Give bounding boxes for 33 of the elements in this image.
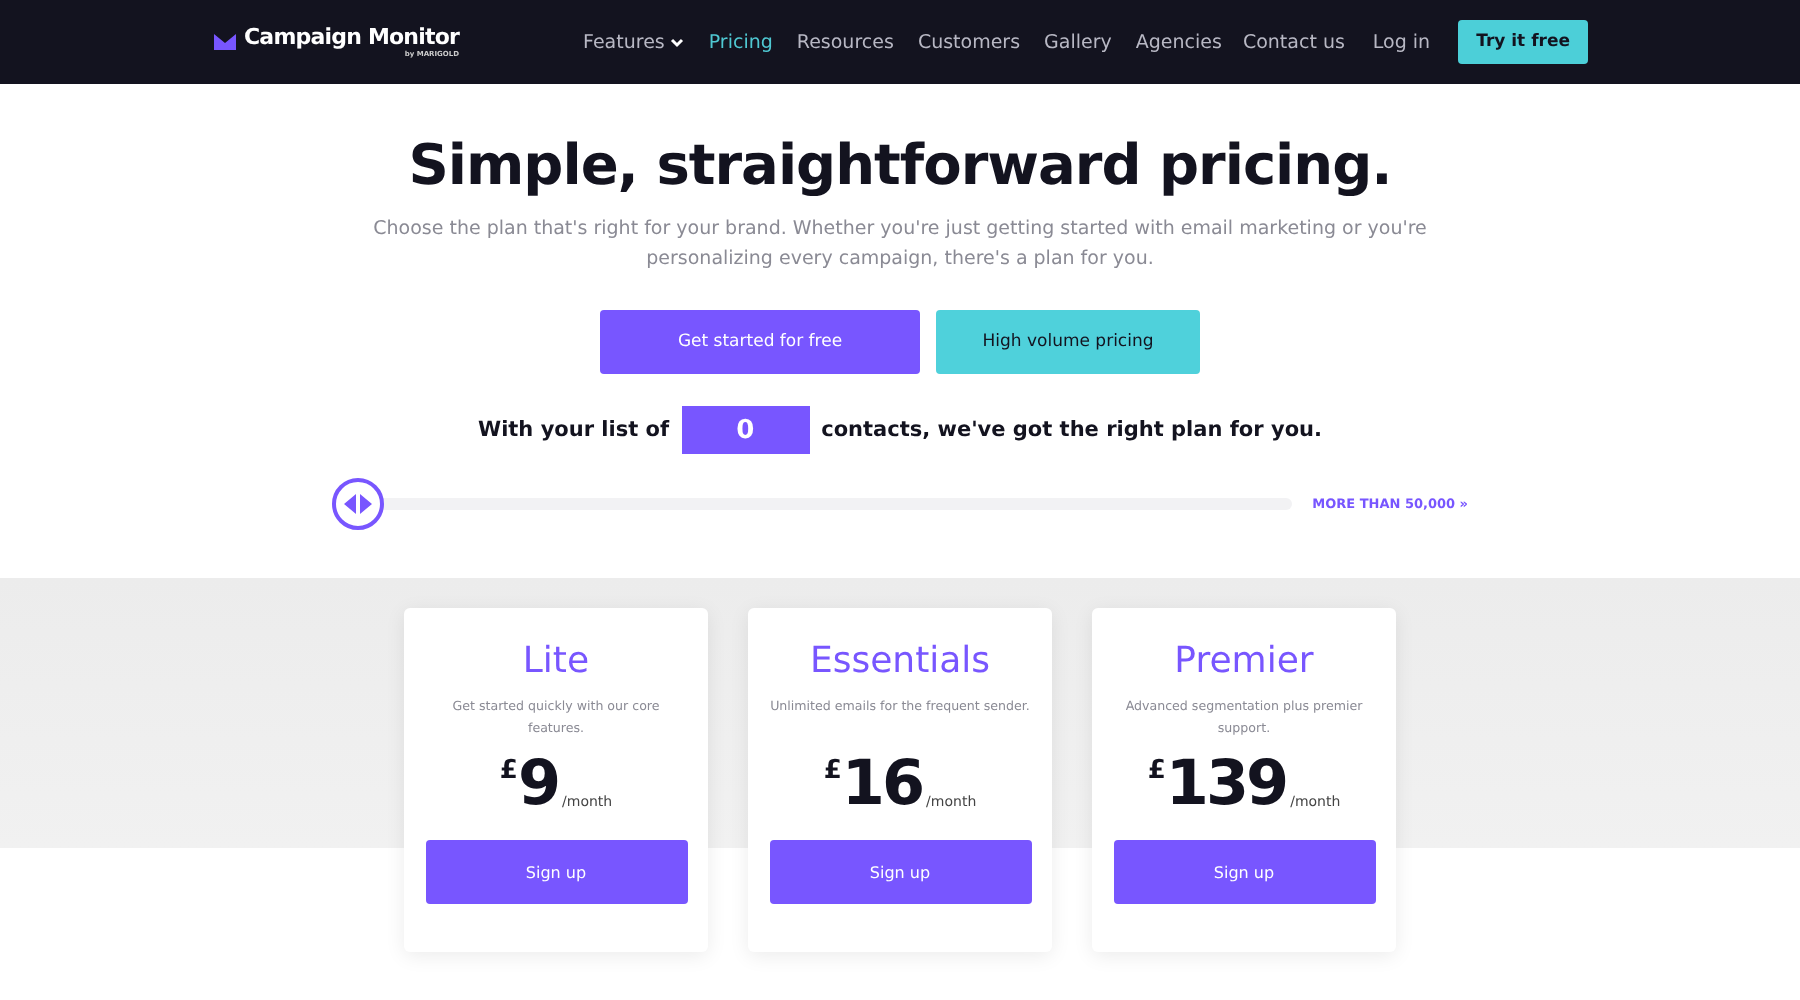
list-label: contacts, we've got the right plan for you. xyxy=(821,418,1322,442)
page-title: Simple, straightforward pricing. xyxy=(408,132,1392,198)
sign-up-button[interactable]: Sign up xyxy=(1113,840,1375,904)
high-volume-button[interactable]: High volume pricing xyxy=(936,310,1200,374)
subtitle: Choose the plan that's right for your brand. Whether you're just getting started with email marketing or you're personalizing every campaign, there's a plan for you. xyxy=(371,216,1429,274)
plan-price: 139 xyxy=(1165,748,1287,820)
try-free-button[interactable]: Try it free xyxy=(1458,20,1588,64)
list-label: With your list of xyxy=(477,418,670,442)
sign-up-button[interactable]: Sign up xyxy=(769,840,1031,904)
nav-link[interactable]: Features xyxy=(583,31,685,53)
contacts-count[interactable]: 0 xyxy=(681,406,810,454)
currency-symbol: £ xyxy=(1147,756,1166,786)
nav-link[interactable]: Log in xyxy=(1372,31,1431,53)
nav-link[interactable]: Gallery xyxy=(1044,31,1112,53)
nav-link[interactable]: Contact us xyxy=(1242,31,1345,53)
slider-handle[interactable] xyxy=(332,478,384,530)
plan-price: 16 xyxy=(841,748,923,820)
plan-name: Premier xyxy=(1174,640,1314,682)
plan-name: Essentials xyxy=(809,640,991,682)
plan-name: Lite xyxy=(522,640,590,682)
nav-link[interactable]: Agencies xyxy=(1135,31,1222,53)
contacts-slider[interactable] xyxy=(332,478,1293,530)
envelope-icon xyxy=(214,34,236,50)
currency-symbol: £ xyxy=(823,756,842,786)
chevron-down-icon xyxy=(670,37,685,47)
get-started-button[interactable]: Get started for free xyxy=(600,310,920,374)
nav-link[interactable]: Pricing xyxy=(708,31,773,53)
plan-price: 9 xyxy=(517,748,559,820)
currency-symbol: £ xyxy=(499,756,518,786)
nav-link[interactable]: Resources xyxy=(796,31,894,53)
logo[interactable]: Campaign Monitor xyxy=(244,24,460,50)
sign-up-button[interactable]: Sign up xyxy=(425,840,687,904)
nav-link[interactable]: Customers xyxy=(917,31,1021,53)
